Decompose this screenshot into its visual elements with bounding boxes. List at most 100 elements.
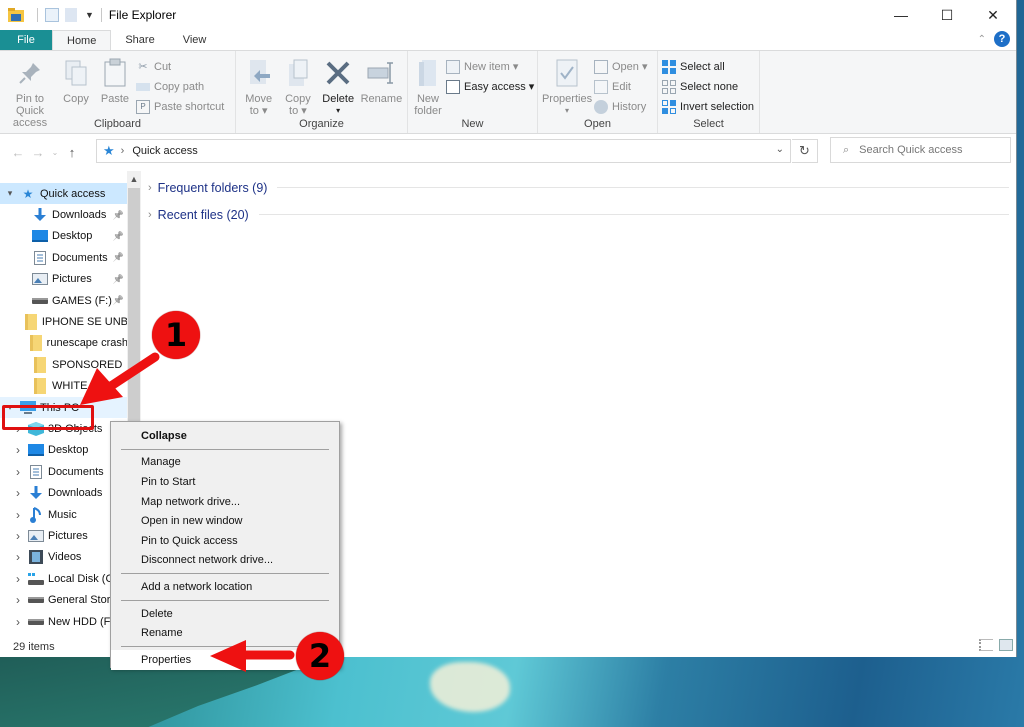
select-none-button[interactable]: Select none — [662, 78, 754, 95]
menu-item-disconnect-network-drive[interactable]: Disconnect network drive... — [111, 551, 339, 571]
system-drive-icon — [28, 572, 44, 586]
paste-label: Paste — [100, 93, 130, 105]
minimize-button[interactable]: — — [878, 0, 924, 30]
up-button[interactable]: ↑ — [62, 145, 82, 160]
sidebar-item-quick[interactable]: SPONSORED — [0, 354, 128, 375]
search-box[interactable]: ⌕ Search Quick access — [830, 137, 1011, 163]
organize-group: Move to ▾ Copy to ▾ Delete ▾ Rename Orga… — [236, 51, 408, 133]
sidebar-item-pc[interactable]: › Pictures — [0, 525, 128, 546]
open-group: Properties ▾ Open ▾ Edit History Open — [538, 51, 658, 133]
help-icon[interactable]: ? — [994, 31, 1010, 47]
menu-item-map-network-drive[interactable]: Map network drive... — [111, 492, 339, 512]
new-item-icon — [446, 59, 460, 74]
expand-chevron-icon[interactable]: › — [12, 508, 24, 522]
chevron-right-icon: › — [148, 208, 152, 221]
scroll-up-button[interactable]: ▲ — [127, 171, 141, 187]
delete-dropdown-icon[interactable]: ▾ — [336, 105, 340, 117]
menu-item-delete[interactable]: Delete — [111, 604, 339, 624]
scroll-thumb[interactable] — [128, 188, 140, 426]
sidebar-item-label: runescape crash — [46, 337, 128, 350]
close-button[interactable]: ✕ — [970, 0, 1016, 30]
maximize-button[interactable]: ☐ — [924, 0, 970, 30]
select-group-label: Select — [693, 118, 724, 130]
new-item-label: New item ▾ — [464, 61, 519, 73]
address-bar[interactable]: ★ › Quick access ⌄ — [96, 139, 791, 163]
properties-quick-icon[interactable] — [45, 8, 59, 22]
group-divider — [277, 187, 1009, 188]
expand-chevron-icon[interactable]: › — [12, 486, 24, 500]
sidebar-item-quick[interactable]: Pictures 📌 — [0, 269, 128, 290]
sidebar-item-pc[interactable]: › Local Disk (C — [0, 568, 128, 589]
expand-chevron-icon[interactable]: › — [12, 529, 24, 543]
expand-chevron-icon[interactable]: › — [12, 465, 24, 479]
open-button[interactable]: Open ▾ — [594, 58, 648, 75]
menu-item-manage[interactable]: Manage — [111, 453, 339, 473]
pin-icon — [14, 57, 46, 89]
select-all-button[interactable]: Select all — [662, 58, 754, 75]
this-pc-highlight-box — [2, 405, 94, 430]
sidebar-item-label: IPHONE SE UNB — [41, 316, 128, 329]
frequent-folders-group[interactable]: › Frequent folders (9) — [142, 174, 1017, 201]
paste-shortcut-button[interactable]: P Paste shortcut — [136, 98, 224, 115]
menu-item-collapse[interactable]: Collapse — [111, 426, 339, 446]
wallpaper-cloud — [430, 662, 510, 712]
sidebar-item-quick[interactable]: Downloads 📌 — [0, 204, 128, 225]
sidebar-item-quick[interactable]: Desktop 📌 — [0, 226, 128, 247]
sidebar-item-quick[interactable]: runescape crash — [0, 333, 128, 354]
sidebar-item-pc[interactable]: › General Stora — [0, 589, 128, 610]
menu-item-add-a-network-location[interactable]: Add a network location — [111, 577, 339, 597]
sidebar-item-quick[interactable]: GAMES (F:) 📌 — [0, 290, 128, 311]
sidebar-item-pc[interactable]: › Videos — [0, 547, 128, 568]
details-view-icon[interactable] — [979, 639, 993, 651]
item-count: 29 items — [13, 640, 55, 653]
sidebar-item-quick-access[interactable]: ▾ ★ Quick access — [0, 183, 128, 205]
properties-dropdown-icon[interactable]: ▾ — [565, 105, 569, 117]
invert-selection-button[interactable]: Invert selection — [662, 98, 754, 115]
sidebar-item-quick[interactable]: WHITE PHO — [0, 376, 128, 397]
group-divider — [258, 214, 1009, 215]
copy-path-button[interactable]: Copy path — [136, 78, 224, 95]
expand-chevron-icon[interactable]: › — [12, 593, 24, 607]
tab-view[interactable]: View — [169, 30, 221, 50]
expand-chevron-icon[interactable]: › — [12, 443, 24, 457]
menu-item-pin-to-start[interactable]: Pin to Start — [111, 472, 339, 492]
tab-share[interactable]: Share — [111, 30, 168, 50]
menu-separator — [121, 448, 329, 450]
sidebar-item-quick[interactable]: IPHONE SE UNB — [0, 311, 128, 332]
history-button[interactable]: History — [594, 98, 648, 115]
sidebar-item-quick[interactable]: Documents 📌 — [0, 247, 128, 268]
forward-button[interactable]: → — [28, 145, 48, 160]
collapse-ribbon-icon[interactable]: ⌃ — [978, 34, 986, 45]
menu-item-pin-to-quick-access[interactable]: Pin to Quick access — [111, 531, 339, 551]
sidebar-item-pc[interactable]: › Music — [0, 504, 128, 525]
expand-chevron-icon[interactable]: › — [12, 550, 24, 564]
expand-chevron-icon[interactable]: › — [12, 572, 24, 586]
document-icon — [28, 464, 44, 479]
back-button[interactable]: ← — [8, 145, 28, 160]
tab-home[interactable]: Home — [52, 30, 112, 50]
menu-separator — [121, 599, 329, 601]
customize-quick-access-dropdown[interactable]: ▼ — [85, 10, 94, 20]
sidebar-item-pc[interactable]: › Documents — [0, 461, 128, 482]
new-folder-quick-icon[interactable] — [65, 8, 77, 22]
cut-button[interactable]: ✂ Cut — [136, 58, 224, 75]
edit-button[interactable]: Edit — [594, 78, 648, 95]
recent-files-group[interactable]: › Recent files (20) — [142, 201, 1017, 228]
recent-locations-dropdown[interactable]: ⌄ — [48, 148, 62, 157]
breadcrumb-separator: › — [120, 145, 125, 157]
sidebar-item-pc[interactable]: › Desktop — [0, 440, 128, 461]
address-history-dropdown[interactable]: ⌄ — [776, 144, 784, 155]
new-item-button[interactable]: New item ▾ — [446, 58, 534, 75]
easy-access-button[interactable]: Easy access ▾ — [446, 78, 534, 95]
sidebar-item-pc[interactable]: › New HDD (F: — [0, 611, 128, 632]
breadcrumb-quick-access[interactable]: Quick access — [132, 145, 197, 157]
expand-chevron-icon[interactable]: ▾ — [4, 188, 16, 199]
menu-separator — [121, 573, 329, 575]
drive-icon — [32, 294, 48, 308]
sidebar-item-pc[interactable]: › Downloads — [0, 482, 128, 503]
refresh-button[interactable]: ↻ — [792, 139, 818, 163]
tab-file[interactable]: File — [0, 30, 52, 50]
large-icons-view-icon[interactable] — [999, 639, 1013, 651]
menu-item-open-in-new-window[interactable]: Open in new window — [111, 511, 339, 531]
expand-chevron-icon[interactable]: › — [12, 615, 24, 629]
